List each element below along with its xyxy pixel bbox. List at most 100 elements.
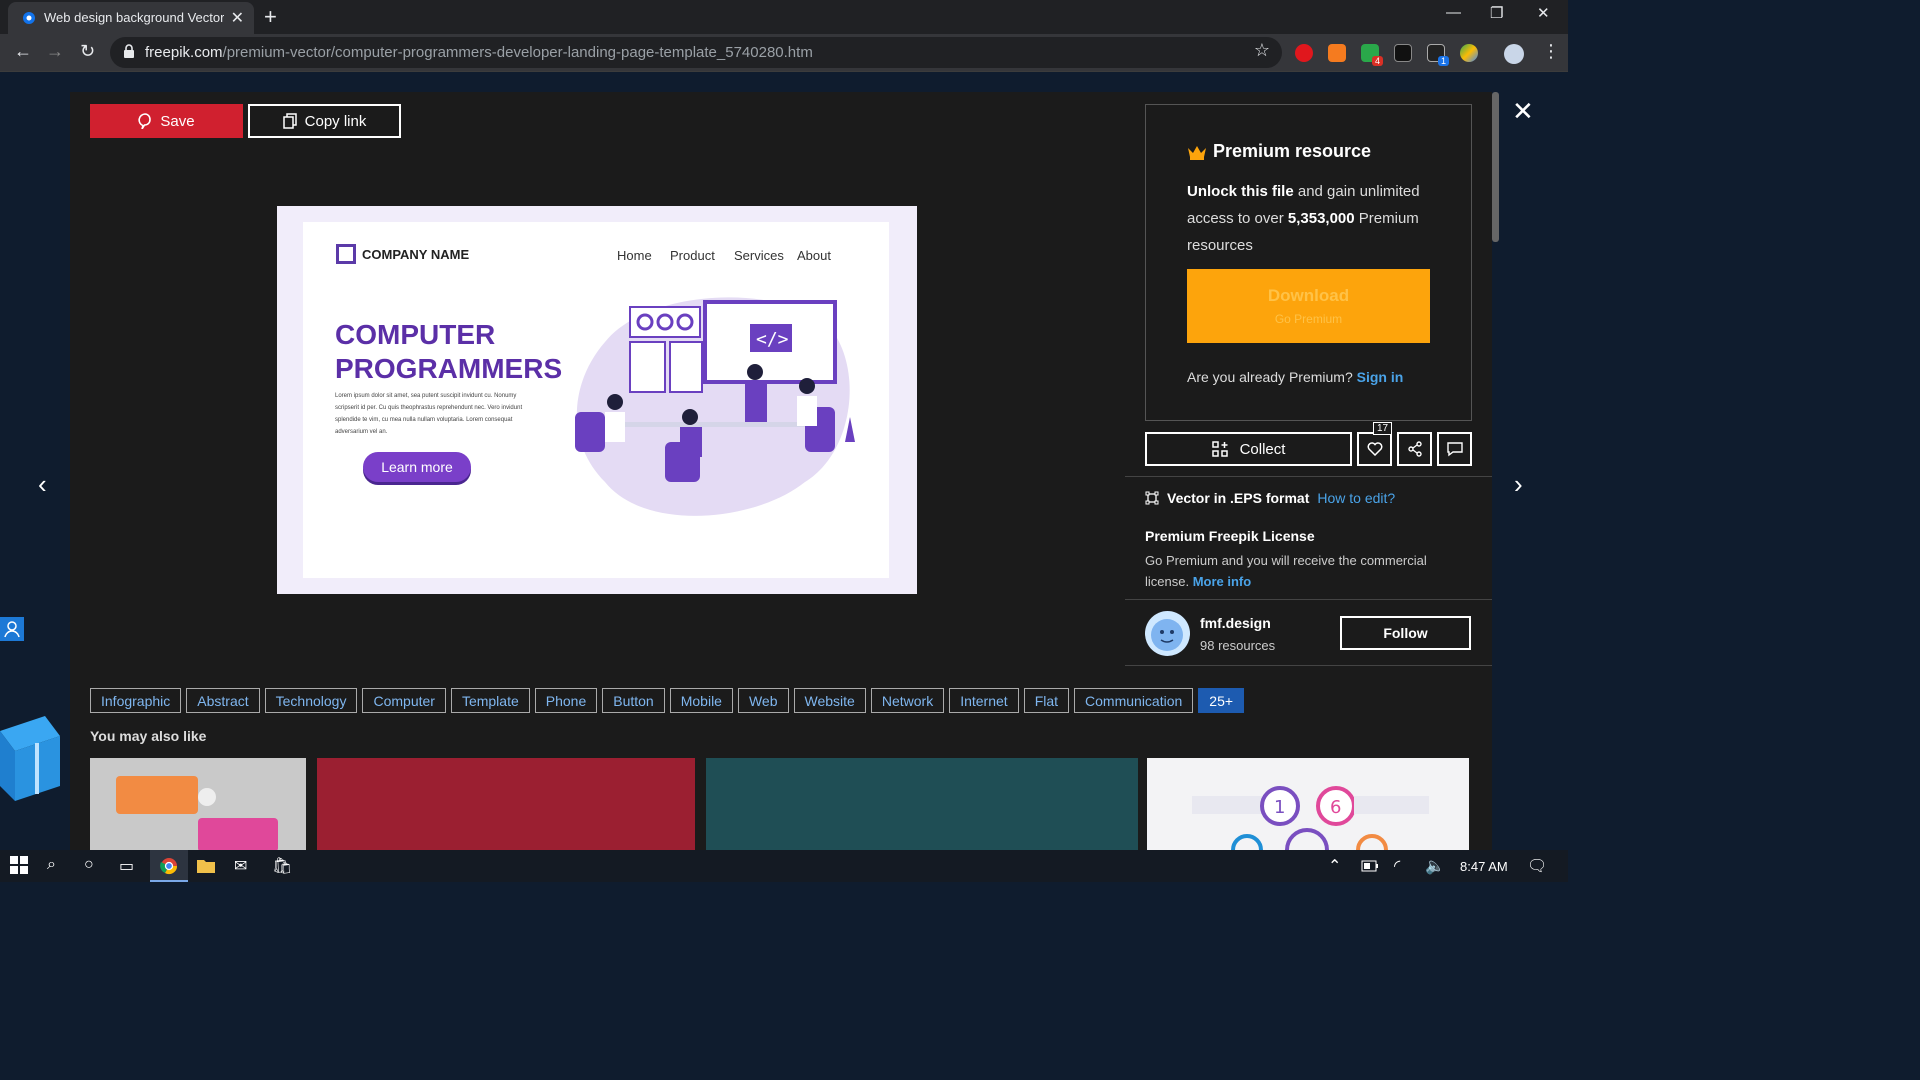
mail-icon[interactable]: ✉ <box>234 856 247 876</box>
cortana-icon[interactable]: ○ <box>84 856 94 874</box>
tag-technology[interactable]: Technology <box>264 688 358 713</box>
tag-communication[interactable]: Communication <box>1074 688 1194 713</box>
windows-start-icon[interactable] <box>10 856 28 879</box>
tag-button[interactable]: Button <box>602 688 665 713</box>
notifications-icon[interactable]: 🗨 <box>1527 856 1547 876</box>
minimize-icon[interactable]: — <box>1446 4 1461 21</box>
heart-icon <box>1367 442 1382 456</box>
extension-envelope-icon[interactable] <box>1394 44 1412 62</box>
profile-avatar[interactable] <box>1504 44 1524 64</box>
mockup-body-text: Lorem ipsum dolor sit amet, sea putent s… <box>335 393 523 435</box>
mockup-headline: COMPUTER PROGRAMMERS <box>335 318 575 386</box>
chrome-icon <box>160 858 178 875</box>
divider <box>1125 599 1492 600</box>
taskbar-chrome-active[interactable] <box>150 850 188 882</box>
back-icon[interactable]: ← <box>14 41 32 62</box>
company-logo-icon <box>336 244 356 264</box>
related-thumbnail[interactable] <box>90 758 306 850</box>
prev-arrow-icon[interactable]: ‹ <box>38 469 47 500</box>
landing-page-mockup: COMPANY NAME Home Product Services About… <box>303 222 889 578</box>
tag-infographic[interactable]: Infographic <box>90 688 182 713</box>
tag-network[interactable]: Network <box>870 688 945 713</box>
window-close-icon[interactable]: ✕ <box>1537 4 1550 22</box>
tag-web[interactable]: Web <box>737 688 789 713</box>
tag-computer[interactable]: Computer <box>362 688 446 713</box>
lock-icon <box>124 44 134 58</box>
modal-close-icon[interactable]: ✕ <box>1512 96 1534 127</box>
related-thumbnail[interactable]: 1 6 <box>1147 758 1469 850</box>
extension-orange-icon[interactable] <box>1328 44 1346 62</box>
like-count-badge: 17 <box>1373 422 1393 435</box>
sign-in-link[interactable]: Sign in <box>1357 369 1404 385</box>
format-label: Vector in .EPS format <box>1167 490 1310 506</box>
mockup-company-logo: COMPANY NAME <box>336 244 469 264</box>
tag-more-button[interactable]: 25+ <box>1198 688 1245 713</box>
wifi-icon[interactable]: ◜ <box>1394 856 1400 876</box>
resource-preview-image[interactable]: COMPANY NAME Home Product Services About… <box>277 206 917 594</box>
author-avatar[interactable] <box>1145 611 1190 656</box>
extension-red-icon[interactable] <box>1295 44 1313 62</box>
tab-title: Web design background Vector | <box>44 10 224 25</box>
svg-text:6: 6 <box>1330 797 1341 818</box>
author-name[interactable]: fmf.design <box>1200 615 1271 631</box>
copy-link-label: Copy link <box>304 112 367 130</box>
related-thumbnail[interactable] <box>317 758 695 850</box>
tag-website[interactable]: Website <box>793 688 866 713</box>
already-premium-text: Are you already Premium? Sign in <box>1187 369 1404 385</box>
tag-internet[interactable]: Internet <box>949 688 1019 713</box>
reload-icon[interactable]: ↻ <box>80 41 95 62</box>
browser-toolbar: ← → ↻ freepik.com/premium-vector/compute… <box>0 34 1568 72</box>
tag-abstract[interactable]: Abstract <box>186 688 260 713</box>
address-bar[interactable]: freepik.com/premium-vector/computer-prog… <box>110 37 1282 68</box>
next-arrow-icon[interactable]: › <box>1514 469 1523 500</box>
how-to-edit-link[interactable]: How to edit? <box>1317 490 1395 506</box>
user-support-icon[interactable] <box>0 617 24 641</box>
resource-modal: Save Copy link COMPANY NAME Home Product… <box>70 92 1492 850</box>
follow-button[interactable]: Follow <box>1340 616 1471 650</box>
pinterest-icon <box>138 113 152 129</box>
store-icon[interactable]: 🛍 <box>272 856 292 876</box>
collect-button[interactable]: Collect <box>1145 432 1352 466</box>
freepik-favicon-icon <box>23 12 35 24</box>
search-icon[interactable]: ⌕ <box>47 856 56 874</box>
volume-icon[interactable]: 🔈 <box>1425 856 1445 876</box>
tray-chevron-up-icon[interactable]: ⌃ <box>1328 856 1341 876</box>
file-explorer-icon[interactable] <box>197 858 215 878</box>
headline-line-2: PROGRAMMERS <box>335 353 563 384</box>
related-thumbnail[interactable] <box>706 758 1138 850</box>
download-button[interactable]: Download Go Premium <box>1187 269 1430 343</box>
extension-globe-icon[interactable] <box>1460 44 1478 62</box>
scrollbar-thumb[interactable] <box>1492 92 1499 242</box>
extension-badge: 4 <box>1372 56 1384 66</box>
forward-icon[interactable]: → <box>46 41 64 62</box>
more-info-link[interactable]: More info <box>1193 574 1252 589</box>
tag-phone[interactable]: Phone <box>534 688 598 713</box>
bookmark-star-icon[interactable]: ☆ <box>1254 40 1270 61</box>
new-tab-icon[interactable]: + <box>264 4 277 30</box>
like-button[interactable] <box>1357 432 1392 466</box>
divider <box>1125 665 1492 666</box>
restore-icon[interactable]: ❐ <box>1490 4 1503 22</box>
menu-kebab-icon[interactable]: ⋮ <box>1542 41 1560 62</box>
tag-mobile[interactable]: Mobile <box>669 688 733 713</box>
share-button[interactable] <box>1397 432 1432 466</box>
browser-tab[interactable]: Web design background Vector | ✕ <box>8 2 254 34</box>
tag-flat[interactable]: Flat <box>1023 688 1070 713</box>
battery-icon[interactable] <box>1361 859 1379 877</box>
mockup-nav-product: Product <box>670 248 715 263</box>
share-icon <box>1407 441 1422 457</box>
task-view-icon[interactable]: ▭ <box>119 856 134 876</box>
license-title: Premium Freepik License <box>1145 528 1315 544</box>
author-resources: 98 resources <box>1200 638 1276 653</box>
pinterest-save-button[interactable]: Save <box>90 104 243 138</box>
download-label: Download <box>1267 286 1350 305</box>
go-premium-label: Go Premium <box>1274 312 1343 326</box>
gift-box-icon[interactable] <box>0 706 60 801</box>
taskbar-clock[interactable]: 8:47 AM <box>1460 859 1508 874</box>
company-name: COMPANY NAME <box>362 246 470 262</box>
svg-text:</>: </> <box>756 329 789 350</box>
copy-link-button[interactable]: Copy link <box>248 104 401 138</box>
tab-close-icon[interactable]: ✕ <box>231 8 244 28</box>
comment-button[interactable] <box>1437 432 1472 466</box>
tag-template[interactable]: Template <box>450 688 530 713</box>
